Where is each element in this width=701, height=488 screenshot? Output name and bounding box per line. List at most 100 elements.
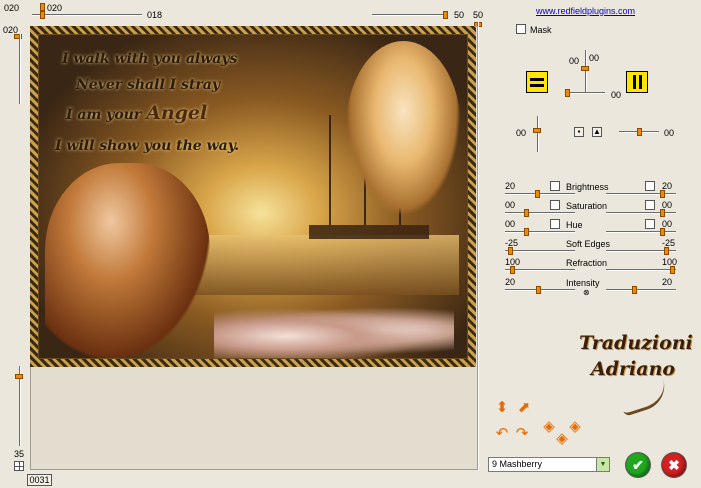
mirror-top-value-a: 00 [569,56,580,66]
diagonal-arrow-icon: ⬈ [517,399,531,416]
adjust-right-checkbox[interactable] [645,219,655,229]
mirror-horizontal-track[interactable] [565,92,605,94]
adjust-left-value: 20 [505,181,516,191]
left-slider-bottom-value: 35 [14,449,25,459]
feather-ornament-icon [617,378,671,417]
ok-button[interactable]: ✔ [626,453,650,477]
adjust-right-track[interactable] [606,289,676,291]
triangle-icon: ▲ [593,127,601,136]
preview-image: I walk with you always Never shall I str… [38,34,468,359]
mask-checkbox[interactable] [516,24,526,34]
adjust-right-checkbox[interactable] [645,181,655,191]
top-slider-mid-value: 018 [147,10,163,20]
adjust-left-track[interactable] [505,212,575,214]
adjust-right-knob[interactable] [670,266,675,274]
adjust-right-value: 20 [662,277,673,287]
adjust-right-track[interactable] [606,269,676,271]
poem-line-1: I walk with you always [62,51,238,67]
poem-line-4: I will show you the way. [55,138,240,154]
top-slider-knob-value: 020 [47,3,63,13]
adjust-label: Saturation [566,201,608,211]
poem-line-3: I am your Angel [66,102,208,124]
adjust-left-knob[interactable] [536,286,541,294]
adjust-left-value: 00 [505,219,516,229]
mirror-top-value-b: 00 [589,53,600,63]
adjust-label: Refraction [566,258,608,268]
adjust-left-track[interactable] [505,269,575,271]
dot-icon: ▪ [577,127,581,136]
adjust-right-track[interactable] [606,193,676,195]
adjust-left-knob[interactable] [524,228,529,236]
adjust-left-checkbox[interactable] [550,200,560,210]
adjust-left-value: 20 [505,277,516,287]
adjust-left-track[interactable] [505,193,575,195]
pyramid-button[interactable]: ▲ [592,127,602,137]
grid-toggle-icon[interactable] [14,461,24,471]
vertical-bars-icon [633,75,636,89]
adjust-left-knob[interactable] [508,247,513,255]
diamond-arrows-icon: ◈ [556,430,568,447]
left-slider-knob-2[interactable] [15,374,23,379]
girl-illustration [45,163,210,358]
signature-line-2: Adriano [591,358,676,380]
adjust-left-knob[interactable] [535,190,540,198]
preview-image-frame: I walk with you always Never shall I str… [30,26,476,367]
signature-logo: Traduzioni Adriano [555,330,693,382]
offset-horizontal-knob[interactable] [637,128,642,136]
adjust-left-checkbox[interactable] [550,219,560,229]
up-down-arrow-icon: ⬍ [495,399,509,416]
adjust-right-checkbox[interactable] [645,200,655,210]
top-right-slider-knob[interactable] [443,11,448,19]
offset-left-value: 00 [516,128,527,138]
link-chain-icon[interactable]: ⊗ [583,288,590,297]
adjust-left-knob[interactable] [524,209,529,217]
x-icon: ✖ [668,457,680,473]
adjust-right-knob[interactable] [664,247,669,255]
top-slider-knob-2[interactable] [40,11,45,19]
adjust-right-track[interactable] [606,231,676,233]
offset-vertical-knob[interactable] [533,128,541,133]
left-slider-track-top[interactable] [19,34,21,104]
chevron-down-icon[interactable]: ▼ [596,458,609,471]
top-right-slider-value: 50 [454,10,465,20]
offset-vertical-track[interactable] [537,116,539,152]
adjust-right-knob[interactable] [660,190,665,198]
poem-angel-word: Angel [146,102,208,124]
checkmark-icon: ✔ [632,457,644,473]
top-far-right-value: 50 [473,10,484,20]
mirror-vertical-track[interactable] [585,50,587,92]
mirror-vertical-knob[interactable] [581,66,589,71]
frame-counter: 0031 [27,474,52,486]
adjust-label: Hue [566,220,583,230]
rotate-left-button[interactable]: ↶ [493,425,511,443]
adjust-left-knob[interactable] [510,266,515,274]
top-slider-knob[interactable] [40,3,45,11]
adjust-left-track[interactable] [505,231,575,233]
adjust-right-knob[interactable] [660,209,665,217]
signature-line-1: Traduzioni [579,332,693,354]
adjust-right-knob[interactable] [632,286,637,294]
mirror-horizontal-knob[interactable] [565,89,570,97]
rotate-right-button[interactable]: ↷ [513,425,531,443]
rotate-right-icon: ↷ [515,425,529,442]
vertical-mirror-button[interactable] [626,71,648,93]
diagonal-arrow-button[interactable]: ⬈ [515,399,533,417]
offset-right-value: 00 [664,128,675,138]
angel-child-illustration [346,41,461,216]
adjust-right-knob[interactable] [660,228,665,236]
adjust-right-track[interactable] [606,212,676,214]
top-slider-track[interactable] [32,14,142,16]
center-dot-button[interactable]: ▪ [574,127,584,137]
preset-select[interactable]: 9 Mashberry ▼ [488,457,610,472]
adjust-left-checkbox[interactable] [550,181,560,191]
up-down-arrow-button[interactable]: ⬍ [493,399,511,417]
adjust-label: Brightness [566,182,609,192]
mirror-right-value: 00 [611,90,622,100]
adjust-left-track[interactable] [505,250,575,252]
move-cross-button-3[interactable]: ◈ [553,430,571,448]
horizontal-mirror-button[interactable] [526,71,548,93]
adjust-label: Soft Edges [566,239,611,249]
cancel-button[interactable]: ✖ [662,453,686,477]
top-right-slider-track[interactable] [372,14,448,16]
website-link[interactable]: www.redfieldplugins.com [536,6,635,16]
